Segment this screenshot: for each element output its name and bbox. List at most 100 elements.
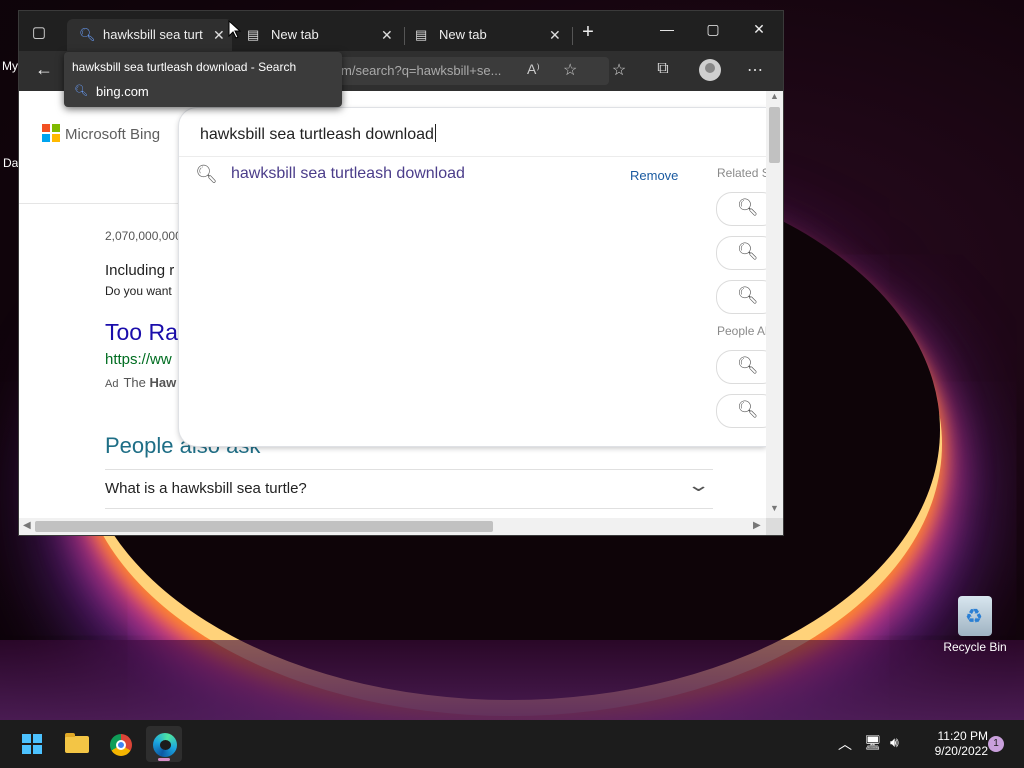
vertical-scrollbar[interactable]: ▲ ▼ [766,91,783,518]
bing-logo-text: Microsoft Bing [65,126,161,143]
folder-icon [65,733,89,753]
new-tab-button[interactable]: + [579,22,597,42]
paa-divider [105,469,713,470]
scrollbar-corner [766,518,783,535]
more-menu-icon[interactable]: ⋯ [744,60,766,80]
suggestion-item[interactable]: hawksbill sea turtleash download [231,165,465,183]
close-tab-icon[interactable]: ✕ [381,19,393,51]
address-url[interactable]: m/search?q=hawksbill+se... [341,63,501,78]
wallpaper-glow [0,640,1024,720]
tab-label: hawksbill sea turtle [103,27,203,42]
collections-icon[interactable]: ⧉ [652,60,674,78]
edge-icon [153,733,177,757]
tab-separator [572,27,573,45]
tab-new-tab-1[interactable]: ▤ New tab ✕ [235,19,405,51]
active-app-indicator [158,758,170,761]
scroll-up-icon[interactable]: ▲ [770,91,779,101]
including-results-text: Including r [105,262,175,279]
ad-result-title[interactable]: Too Ra [105,319,178,346]
chevron-down-icon[interactable]: ⌄ [686,475,710,496]
recycle-bin-label: Recycle Bin [943,640,1007,654]
tab-strip: ▢ 🔍︎ hawksbill sea turtle ✕ ▤ New tab ✕ … [19,11,783,51]
tab-page-icon: ▤ [247,27,260,42]
taskbar: ︿ 🖥︎ 🔊︎ 11:20 PM 9/20/2022 1 [0,720,1024,768]
add-favorite-icon[interactable]: ☆ [563,60,577,80]
tab-page-icon: ▤ [415,27,428,42]
chrome-icon [110,734,132,756]
search-icon: 🔍︎ [737,356,759,375]
minimize-button[interactable]: — [657,21,677,37]
windows-logo-icon [22,734,42,754]
tooltip-domain: bing.com [96,84,149,99]
vertical-scroll-thumb[interactable] [769,107,780,163]
scroll-left-icon[interactable]: ◀ [23,520,31,531]
paa-divider [105,508,713,509]
search-icon: 🔍︎ [79,27,96,42]
chrome-button[interactable] [102,726,138,762]
related-search-pill[interactable]: 🔍︎ [716,192,766,226]
search-suggestions-dropdown: hawksbill sea turtleash download 🔍︎ hawk… [179,108,766,446]
people-search-pill[interactable]: 🔍︎ [716,394,766,428]
recycle-bin-icon [958,596,992,636]
chevron-up-icon[interactable]: ︿ [838,734,852,754]
people-also-search-heading: People Al [717,324,766,338]
favorites-icon[interactable]: ☆ [608,60,630,80]
close-tab-icon[interactable]: ✕ [213,19,225,51]
volume-icon[interactable]: 🔊︎ [890,734,899,751]
page-content: Microsoft Bing 2,070,000,000 Including r… [19,91,766,518]
text-caret [434,124,436,142]
did-you-mean-text: Do you want [105,284,172,298]
ad-text-prefix: The [123,375,146,390]
tab-actions-icon[interactable]: ▢ [29,23,49,43]
search-icon: 🔍︎ [737,286,759,305]
ad-badge: Ad [105,378,119,390]
tooltip-title: hawksbill sea turtleash download - Searc… [72,60,297,74]
search-icon: 🔍︎ [737,198,759,217]
search-query-text: hawksbill sea turtleash download [200,126,434,143]
people-search-pill[interactable]: 🔍︎ [716,350,766,384]
search-icon: 🔍︎ [737,242,759,261]
close-window-button[interactable]: ✕ [749,21,769,38]
tab-hover-tooltip: hawksbill sea turtleash download - Searc… [64,52,342,107]
read-aloud-icon[interactable]: A⁾ [527,61,540,78]
clock-time: 11:20 PM [937,729,988,743]
search-icon: 🔍︎ [195,164,218,184]
scroll-down-icon[interactable]: ▼ [770,503,779,513]
network-icon[interactable]: 🖥︎ [864,734,882,751]
ad-result-snippet: Ad The Haw [105,375,176,390]
related-search-pill[interactable]: 🔍︎ [716,280,766,314]
search-input[interactable]: hawksbill sea turtleash download [200,124,436,144]
horizontal-scroll-thumb[interactable] [35,521,493,532]
search-icon: 🔍︎ [74,85,88,97]
tab-label: New tab [439,27,487,42]
ad-text-bold: Haw [149,375,177,390]
clock-date: 9/20/2022 [934,744,988,758]
maximize-button[interactable]: ▢ [703,21,723,38]
suggestions-divider [179,156,766,157]
tab-label: New tab [271,27,319,42]
horizontal-scrollbar[interactable]: ◀ ▶ [19,518,766,535]
related-search-pill[interactable]: 🔍︎ [716,236,766,270]
desktop-icon-label-partial[interactable]: Da [3,156,18,170]
mouse-cursor-icon [228,20,242,39]
recycle-bin-desktop-icon[interactable]: Recycle Bin [940,596,1010,654]
ad-result-url[interactable]: https://ww [105,351,172,368]
back-arrow-icon[interactable]: ← [35,59,53,80]
file-explorer-button[interactable] [58,726,94,762]
profile-avatar-icon[interactable] [699,59,721,81]
search-icon: 🔍︎ [737,400,759,419]
tab-bing-search[interactable]: 🔍︎ hawksbill sea turtle ✕ [67,19,232,51]
microsoft-logo-icon [42,124,60,142]
related-searches-heading: Related S [717,166,766,180]
edge-button[interactable] [146,726,182,762]
scroll-right-icon[interactable]: ▶ [753,520,761,531]
start-button[interactable] [14,726,50,762]
close-tab-icon[interactable]: ✕ [549,19,561,51]
notification-badge[interactable]: 1 [988,736,1004,752]
bing-logo[interactable]: Microsoft Bing [42,124,160,143]
desktop-icon-label-partial[interactable]: My [2,59,18,73]
clock[interactable]: 11:20 PM 9/20/2022 [912,729,988,759]
remove-suggestion-button[interactable]: Remove [630,168,678,183]
paa-question[interactable]: What is a hawksbill sea turtle? [105,480,307,497]
tab-new-tab-2[interactable]: ▤ New tab ✕ [403,19,573,51]
